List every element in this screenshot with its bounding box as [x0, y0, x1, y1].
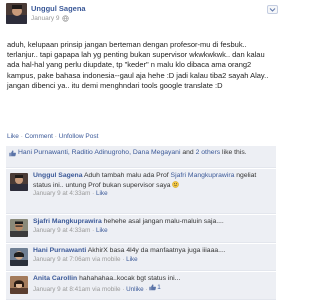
comment-like-link[interactable]: Like	[126, 256, 138, 263]
comment-mention[interactable]: Sjafri Mangkuprawira	[171, 172, 235, 179]
comment-meta: January 9 at 4:33am · Like	[33, 190, 108, 197]
post-meta: January 9	[31, 15, 69, 22]
comment-timestamp[interactable]: January 9 at 4:33am	[33, 227, 90, 234]
post-options-button[interactable]	[267, 5, 278, 14]
comment-timestamp[interactable]: January 9 at 7:06am via mobile	[33, 256, 121, 263]
likers-connector: and	[180, 149, 196, 156]
comment-meta: January 9 at 8:41am via mobile · Unlike …	[33, 283, 161, 294]
comment-meta: January 9 at 4:33am · Like	[33, 226, 108, 234]
post-date[interactable]: January 9	[31, 15, 60, 22]
smiley-icon	[172, 180, 180, 188]
comment-timestamp[interactable]: January 9 at 4:33am	[33, 190, 90, 197]
commenter-avatar[interactable]	[10, 248, 28, 266]
commenter-avatar[interactable]	[10, 173, 28, 191]
comment-text: Unggul Sagena Aduh tambah malu ada Prof …	[33, 172, 273, 199]
commenter-avatar[interactable]	[10, 276, 28, 294]
comment-item: Sjafri Mangkuprawira hehehe asal jangan …	[6, 215, 276, 243]
comment-like-link[interactable]: Like	[96, 190, 108, 197]
comment-body: AkhirX basa 4l4y da manfaatnya juga iiia…	[86, 247, 226, 254]
comment-link[interactable]: Comment	[25, 133, 53, 140]
chevron-down-icon	[269, 8, 276, 12]
post-body-text: aduh, kelupaan prinsip jangan berteman d…	[7, 40, 269, 90]
comment-item: Anita Carollin hahahahaa..kocak bgt stat…	[6, 272, 276, 300]
unfollow-post-link[interactable]: Unfollow Post	[59, 133, 99, 140]
comment-text: Hani Purnawanti AkhirX basa 4l4y da manf…	[33, 247, 273, 264]
commenter-avatar[interactable]	[10, 219, 28, 237]
likes-summary: Hani Purnawanti, Raditio Adinugroho, Dan…	[6, 146, 276, 168]
comment-body: hahahahaa..kocak bgt status ini...	[77, 275, 181, 282]
post-header: Unggul Sagena January 9	[0, 0, 282, 28]
globe-icon	[61, 15, 69, 22]
comment-meta: January 9 at 7:06am via mobile · Like	[33, 255, 138, 263]
comment-unlike-link[interactable]: Unlike	[126, 286, 144, 293]
likes-suffix: like this.	[220, 149, 247, 156]
comment-author[interactable]: Anita Carollin	[33, 275, 77, 282]
comment-text: Sjafri Mangkuprawira hehehe asal jangan …	[33, 218, 273, 235]
comment-author[interactable]: Unggul Sagena	[33, 172, 82, 179]
post-actions: Like · Comment · Unfollow Post	[7, 133, 98, 140]
author-avatar[interactable]	[6, 3, 27, 24]
likers-names[interactable]: Hani Purnawanti, Raditio Adinugroho, Dan…	[18, 149, 180, 156]
comment-author[interactable]: Sjafri Mangkuprawira	[33, 218, 102, 225]
comment-item: Hani Purnawanti AkhirX basa 4l4y da manf…	[6, 244, 276, 271]
comment-like-count[interactable]: 1	[149, 284, 161, 293]
comment-author[interactable]: Hani Purnawanti	[33, 247, 86, 254]
thumbs-up-icon	[9, 150, 16, 157]
comment-item: Unggul Sagena Aduh tambah malu ada Prof …	[6, 169, 276, 214]
like-link[interactable]: Like	[7, 133, 19, 140]
post-author-name[interactable]: Unggul Sagena	[31, 4, 86, 13]
comment-text: Anita Carollin hahahahaa..kocak bgt stat…	[33, 275, 273, 295]
comment-like-link[interactable]: Like	[96, 227, 108, 234]
like-count-value: 1	[157, 283, 161, 291]
comment-body: hehehe asal jangan malu-maluin saja....	[101, 218, 224, 225]
likers-others-link[interactable]: 2 others	[196, 149, 221, 156]
thumbs-up-icon	[149, 284, 157, 291]
comment-timestamp[interactable]: January 9 at 8:41am via mobile	[33, 286, 121, 293]
comment-body: Aduh tambah malu ada Prof	[82, 172, 171, 179]
